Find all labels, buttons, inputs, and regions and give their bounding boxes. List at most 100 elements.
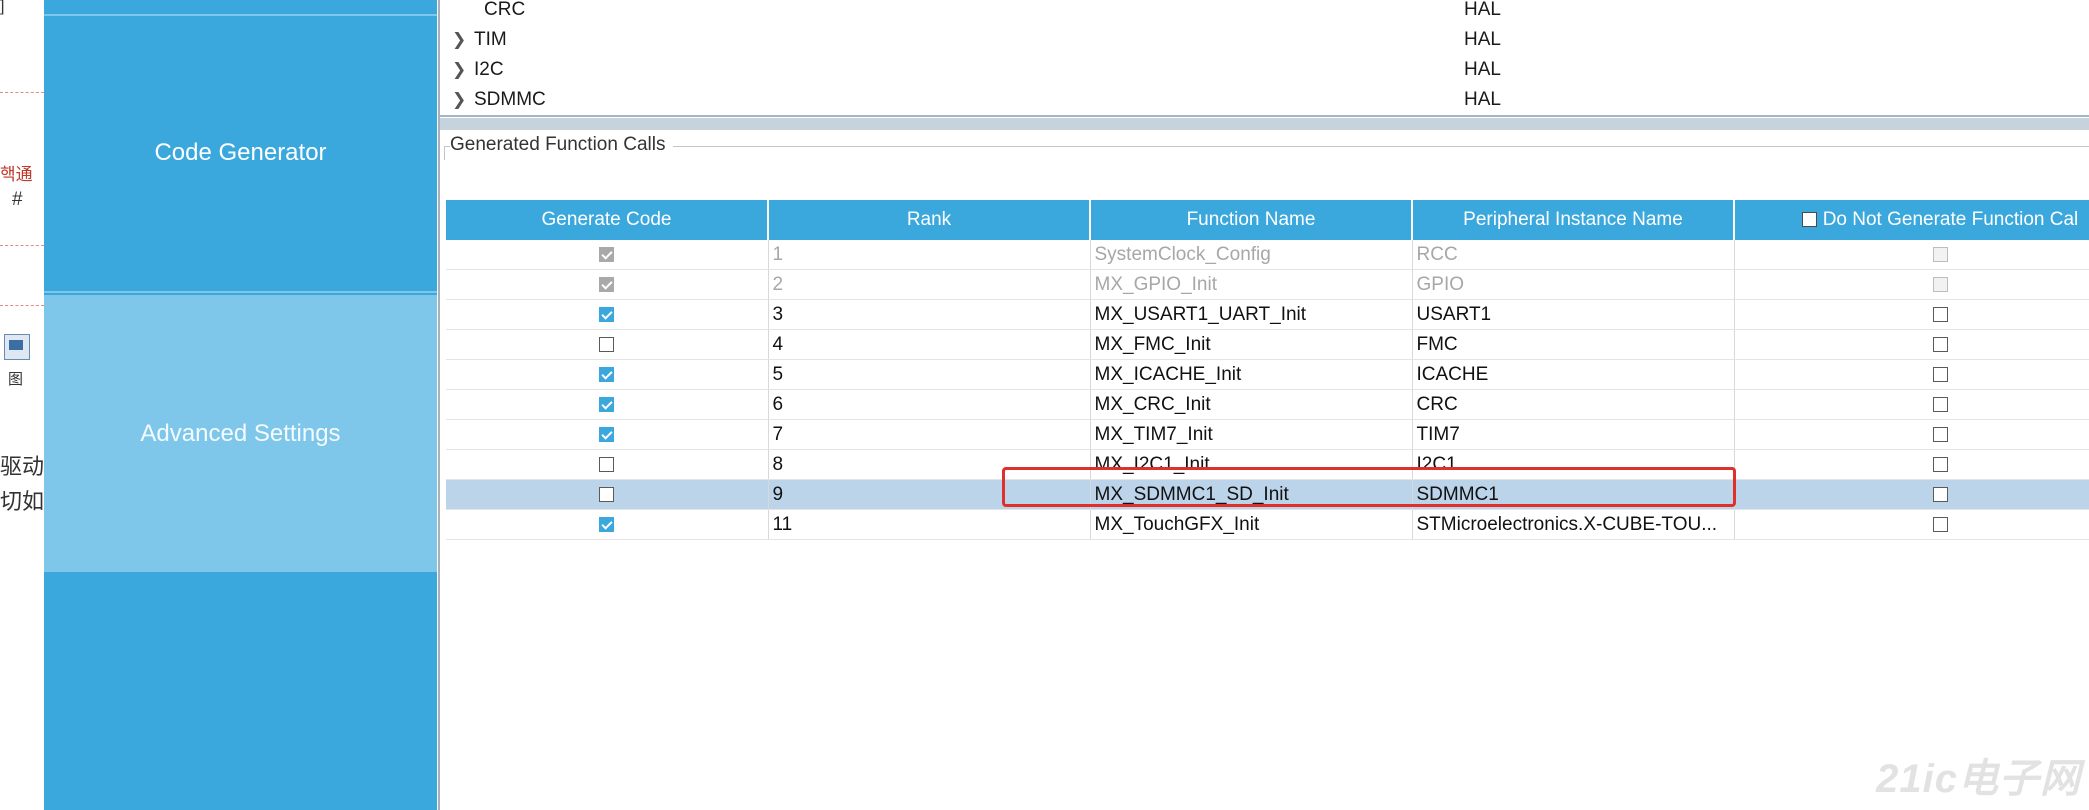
cell-generate-code: [446, 479, 769, 510]
cell-do-not-generate: [1734, 269, 2089, 300]
cell-generate-code: [446, 240, 769, 270]
cell-rank: 11: [768, 509, 1091, 540]
table-row[interactable]: 1 SystemClock_Config RCC: [446, 240, 2089, 270]
cell-rank: 6: [768, 389, 1091, 420]
cell-generate-code: [446, 419, 769, 450]
generate-code-checkbox[interactable]: [599, 486, 615, 502]
background-window-fragment: ] 핵通 # 图 驱动 切如: [0, 0, 45, 810]
bg-text-fragment: #: [12, 189, 23, 210]
tree-row-driver[interactable]: HAL: [1464, 89, 1501, 111]
cell-function-name: MX_TouchGFX_Init: [1090, 509, 1413, 540]
cell-generate-code: [446, 389, 769, 420]
table-row[interactable]: 6 MX_CRC_Init CRC: [446, 389, 2089, 420]
cell-rank: 9: [768, 479, 1091, 510]
generate-code-checkbox[interactable]: [599, 516, 615, 532]
cell-rank: 2: [768, 269, 1091, 300]
table-row[interactable]: 2 MX_GPIO_Init GPIO: [446, 269, 2089, 300]
do-not-generate-checkbox[interactable]: [1932, 486, 1948, 502]
tree-row-driver[interactable]: HAL: [1464, 59, 1501, 81]
tree-row-name: CRC: [484, 0, 526, 20]
table-row[interactable]: 7 MX_TIM7_Init TIM7: [446, 419, 2089, 450]
table-row[interactable]: 4 MX_FMC_Init FMC: [446, 329, 2089, 360]
generate-code-checkbox[interactable]: [599, 306, 615, 322]
tree-row-driver[interactable]: HAL: [1464, 29, 1501, 51]
project-manager-sidebar: Code Generator Advanced Settings: [44, 0, 437, 810]
column-header-generate-code[interactable]: Generate Code: [446, 200, 769, 240]
tree-row[interactable]: ❯ I2C HAL: [440, 56, 2089, 86]
table-row[interactable]: 8 MX_I2C1_Init I2C1: [446, 449, 2089, 480]
cell-peripheral: CRC: [1412, 389, 1735, 420]
cell-generate-code: [446, 299, 769, 330]
sidebar-item-advanced-settings[interactable]: Advanced Settings: [44, 295, 437, 572]
generate-code-checkbox[interactable]: [599, 336, 615, 352]
do-not-generate-checkbox: [1932, 246, 1948, 262]
sidebar-item-label: Advanced Settings: [140, 419, 341, 447]
image-icon[interactable]: [4, 334, 30, 360]
cell-peripheral: FMC: [1412, 329, 1735, 360]
cell-peripheral: I2C1: [1412, 449, 1735, 480]
generate-code-checkbox[interactable]: [599, 366, 615, 382]
sidebar-divider: [44, 291, 437, 293]
cell-peripheral: ICACHE: [1412, 359, 1735, 390]
driver-selector-tree: CRC HAL ❯ TIM HAL ❯ I2C HAL ❯ SDMMC HAL: [440, 0, 2089, 117]
tree-row-name: TIM: [474, 29, 507, 50]
cell-generate-code: [446, 449, 769, 480]
do-not-generate-checkbox[interactable]: [1932, 456, 1948, 472]
group-border: [444, 146, 2089, 147]
cell-peripheral: USART1: [1412, 299, 1735, 330]
do-not-generate-checkbox: [1932, 276, 1948, 292]
table-row[interactable]: 5 MX_ICACHE_Init ICACHE: [446, 359, 2089, 390]
bg-divider: [0, 92, 44, 93]
table-header-row: Generate Code Rank Function Name Periphe…: [446, 200, 2089, 240]
cell-do-not-generate: [1734, 479, 2089, 510]
chevron-right-icon[interactable]: ❯: [452, 90, 466, 110]
cell-do-not-generate: [1734, 359, 2089, 390]
do-not-generate-checkbox[interactable]: [1932, 396, 1948, 412]
generated-function-calls-table: Generate Code Rank Function Name Periphe…: [446, 200, 2089, 540]
sidebar-item-code-generator[interactable]: Code Generator: [44, 16, 437, 290]
generate-code-checkbox: [599, 276, 615, 292]
do-not-generate-checkbox[interactable]: [1932, 366, 1948, 382]
bg-text-fragment: 핵通: [0, 165, 33, 184]
column-header-do-not-generate[interactable]: Do Not Generate Function Cal: [1734, 200, 2089, 240]
tree-row[interactable]: ❯ TIM HAL: [440, 26, 2089, 56]
cell-do-not-generate: [1734, 389, 2089, 420]
tree-row-driver[interactable]: HAL: [1464, 0, 1501, 21]
cell-peripheral: SDMMC1: [1412, 479, 1735, 510]
cell-peripheral: TIM7: [1412, 419, 1735, 450]
table-row[interactable]: 9 MX_SDMMC1_SD_Init SDMMC1: [446, 479, 2089, 510]
panel-splitter[interactable]: [440, 118, 2089, 130]
cell-generate-code: [446, 269, 769, 300]
sidebar-item-label: Code Generator: [154, 139, 327, 166]
column-header-rank[interactable]: Rank: [768, 200, 1091, 240]
tree-row-name: SDMMC: [474, 89, 546, 110]
column-header-function-name[interactable]: Function Name: [1090, 200, 1413, 240]
cell-generate-code: [446, 509, 769, 540]
chevron-right-icon[interactable]: ❯: [452, 60, 466, 80]
table-row[interactable]: 3 MX_USART1_UART_Init USART1: [446, 299, 2089, 330]
generate-code-checkbox[interactable]: [599, 396, 615, 412]
do-not-generate-checkbox[interactable]: [1932, 306, 1948, 322]
watermark-logo: 21ic电子网: [1876, 757, 2081, 801]
cell-function-name: MX_USART1_UART_Init: [1090, 299, 1413, 330]
tree-row[interactable]: ❯ SDMMC HAL: [440, 86, 2089, 116]
cell-generate-code: [446, 329, 769, 360]
column-header-peripheral[interactable]: Peripheral Instance Name: [1412, 200, 1735, 240]
generate-code-checkbox[interactable]: [599, 426, 615, 442]
cell-do-not-generate: [1734, 449, 2089, 480]
do-not-generate-checkbox[interactable]: [1932, 516, 1948, 532]
select-all-checkbox[interactable]: [1801, 212, 1817, 227]
cell-function-name: MX_CRC_Init: [1090, 389, 1413, 420]
cell-generate-code: [446, 359, 769, 390]
bg-text-fragment: ]: [0, 0, 5, 15]
cell-function-name: MX_ICACHE_Init: [1090, 359, 1413, 390]
do-not-generate-checkbox[interactable]: [1932, 426, 1948, 442]
do-not-generate-checkbox[interactable]: [1932, 336, 1948, 352]
chevron-right-icon[interactable]: ❯: [452, 30, 466, 50]
cell-do-not-generate: [1734, 240, 2089, 270]
column-header-label: Do Not Generate Function Cal: [1822, 209, 2079, 230]
cell-peripheral: RCC: [1412, 240, 1735, 270]
table-row[interactable]: 11 MX_TouchGFX_Init STMicroelectronics.X-C…: [446, 509, 2089, 540]
tree-row[interactable]: CRC HAL: [440, 0, 2089, 26]
generate-code-checkbox[interactable]: [599, 456, 615, 472]
